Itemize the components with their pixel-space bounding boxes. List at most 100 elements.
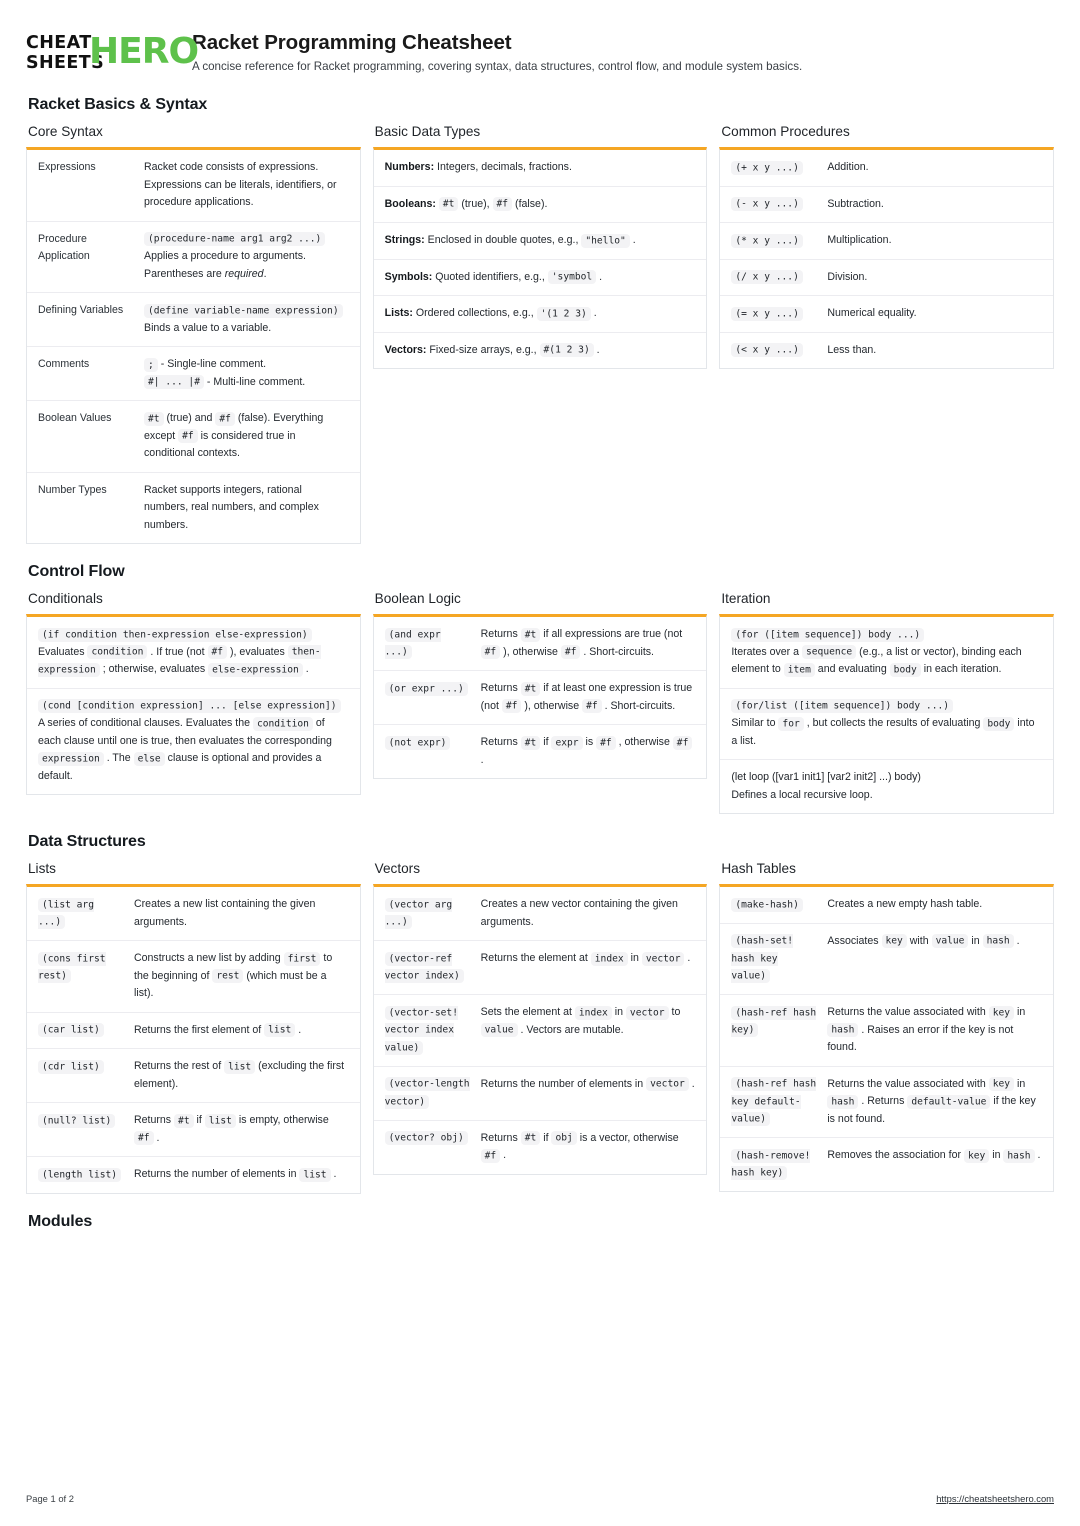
table-row: (not expr) Returns #t if expr is #f , oth… [374,725,707,778]
row-key: (+ x y ...) [731,159,817,177]
block-title-common-procedures: Common Procedures [721,124,850,139]
row-key: (or expr ...) [384,680,471,698]
code-chip: #f [134,1131,154,1145]
table-row: (list arg ...) Creates a new list contain… [27,887,360,941]
table-row: Symbols: Quoted identifiers, e.g., 'symb… [373,260,707,296]
column-boolean-logic: Boolean Logic (and expr ...) Returns #t if… [372,591,708,779]
code-chip: #t [520,735,541,750]
row-line: Removes the association for key in hash … [827,1147,1042,1165]
row-key: (= x y ...) [731,305,817,323]
row-line: Multiplication. [827,232,1042,250]
body-text: Creates a new empty hash table. [827,898,983,910]
body-text: in [1014,1006,1026,1018]
page-number-label: Page 1 of 2 [26,1493,74,1504]
body-text: Less than. [827,343,877,356]
row-key: Expressions [38,161,96,173]
code-chip: (procedure-name arg1 arg2 ...) [144,232,326,246]
row-line: Division. [827,269,1042,287]
code-chip: list [224,1059,256,1074]
code-chip: (make-hash) [731,897,803,912]
body-text: . [153,1131,160,1144]
code-chip: expression [38,751,104,766]
row-value: ; - Single-line comment. #| ... |# - Mult… [144,356,349,391]
body-text: A series of conditional clauses. Evaluat… [38,717,253,729]
row-value: (for ([item sequence]) body ...) Iterates… [731,626,1042,679]
code-chip: (not expr) [384,735,451,750]
section-title-modules: Modules [28,1212,93,1230]
code-plain: (let loop ([var1 init1] [var2 init2] ...… [731,771,921,783]
table-row: (if condition then-expression else-expre… [27,617,360,689]
cheatsheetshero-link[interactable]: https://cheatsheetshero.com [936,1493,1054,1504]
row-key: (/ x y ...) [731,269,817,287]
row-line: (for/list ([item sequence]) body ...) [731,698,1042,716]
row-line: Similar to for , but collects the result… [731,715,1042,750]
row-line: Defines a local recursive loop. [731,787,1042,805]
row-line: Vectors: Fixed-size arrays, e.g., #(1 2 … [385,342,696,360]
row-key: (hash-set! hash key value) [731,933,817,986]
code-chip: #f [178,429,198,443]
row-line: Constructs a new list by adding first to… [134,950,349,1003]
body-text: Returns [480,628,521,640]
code-chip: else-expression [208,662,303,677]
code-chip: else [133,751,165,766]
code-chip: condition [87,645,148,659]
row-value: Numerical equality. [827,305,1042,323]
body-text: with [906,934,932,947]
row-value: Constructs a new list by adding first to… [134,950,349,1003]
row-value: Returns the rest of list (excluding the … [134,1058,349,1093]
code-chip: index [574,1005,612,1020]
table-row: (and expr ...) Returns #t if all expressi… [373,617,707,671]
column-vectors: Vectors (vector arg ...) Creates a new vec… [372,861,708,1175]
body-text: in [1014,1077,1026,1090]
code-chip: (vector arg ...) [384,897,453,929]
body-text: Racket supports integers, rational numbe… [144,483,319,531]
row-value: Returns the number of elements in list . [134,1166,349,1184]
code-chip: hash [982,934,1014,948]
code-chip: (hash-ref hash key default-value) [731,1077,817,1126]
code-chip: condition [252,716,313,731]
table-lists: (list arg ...) Creates a new list contain… [26,884,361,1194]
row-value: Returns #t if all expressions are true (… [480,626,696,661]
body-text: if [540,1131,552,1144]
table-row: (vector arg ...) Creates a new vector con… [373,887,707,941]
body-text: . [593,343,600,356]
table-row: (for/list ([item sequence]) body ...) Sim… [720,689,1053,760]
body-text: Binds a value to a variable. [144,321,272,334]
body-text: Racket code consists of expressions. Exp… [144,161,337,208]
column-iteration: Iteration (for ([item sequence]) body ...… [719,591,1054,814]
table-row: (/ x y ...) Division. [720,260,1053,296]
body-text: and evaluating [814,663,890,675]
table-row: (cdr list) Returns the rest of list (excl… [27,1049,360,1103]
code-chip: #f [560,645,581,659]
code-chip: (vector-length vector) [384,1077,470,1109]
row-line: Returns the element at index in vector . [481,950,696,968]
code-chip: (if condition then-expression else-expre… [38,627,312,642]
code-chip: (/ x y ...) [731,270,803,284]
row-line: (procedure-name arg1 arg2 ...) [144,231,349,249]
code-chip: list [264,1023,296,1037]
code-chip: body [889,662,921,677]
body-text: (true), [458,197,493,210]
table-row: (hash-ref hash key) Returns the value ass… [720,995,1053,1067]
code-chip: #f [672,735,693,750]
row-line: (cond [condition expression] ... [else e… [38,698,349,716]
page-subtitle: A concise reference for Racket programmi… [192,60,803,73]
code-chip: (vector? obj) [384,1131,468,1145]
body-text: is a vector, otherwise [576,1131,679,1144]
body-text: Returns the first element of [134,1023,265,1036]
row-value: Returns the first element of list . [134,1022,349,1040]
row-key: (vector arg ...) [384,896,471,931]
body-text: is [582,736,597,748]
body-text: Creates a new vector containing the give… [480,898,678,928]
term-label: Lists: [384,307,413,319]
code-chip: (list arg ...) [38,897,94,929]
row-value: Racket code consists of expressions. Exp… [144,159,349,212]
row-value: Creates a new empty hash table. [827,896,1042,914]
table-row: Booleans: #t (true), #f (false). [373,187,707,223]
code-chip: #t [174,1113,194,1128]
body-text: . [302,663,309,675]
body-text: Returns the number of elements in [134,1168,300,1180]
term-label: Booleans: [384,197,436,210]
row-value: Division. [827,269,1042,287]
column-conditionals: Conditionals (if condition then-expressio… [26,591,361,795]
